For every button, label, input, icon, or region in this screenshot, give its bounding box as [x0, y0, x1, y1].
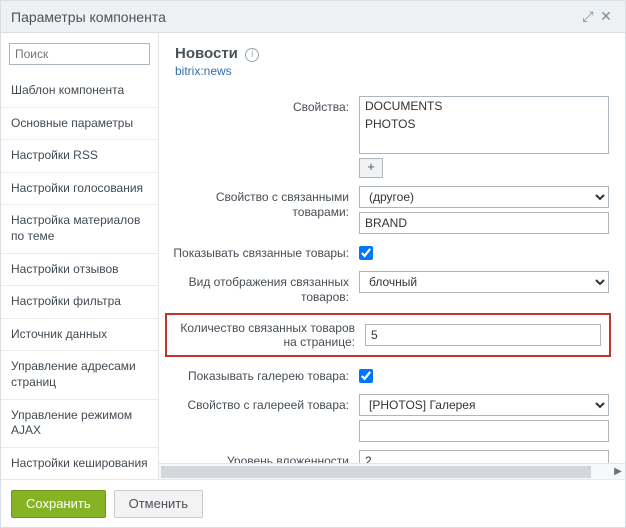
label-linked-prop: Свойство с связанными товарами: [159, 186, 359, 220]
linked-prop-select[interactable]: (другое) [359, 186, 609, 208]
add-prop-button[interactable]: + [359, 158, 383, 178]
gallery-prop-input[interactable] [359, 420, 609, 442]
label-gallery-prop: Свойство с галереей товара: [159, 394, 359, 413]
sidebar-item[interactable]: Настройки фильтра [1, 286, 158, 319]
titlebar: Параметры компонента ⤢ ✕ [1, 1, 625, 33]
component-id: bitrix:news [175, 64, 609, 78]
label-show-linked: Показывать связанные товары: [159, 242, 359, 261]
sidebar-nav[interactable]: Шаблон компонентаОсновные параметрыНастр… [1, 75, 158, 479]
sidebar-item[interactable]: Основные параметры [1, 108, 158, 141]
linked-count-input[interactable] [365, 324, 601, 346]
window-title: Параметры компонента [11, 9, 166, 25]
component-params-dialog: Параметры компонента ⤢ ✕ Шаблон компонен… [0, 0, 626, 528]
sidebar-item[interactable]: Управление адресами страниц [1, 351, 158, 399]
cancel-button[interactable]: Отменить [114, 490, 203, 518]
scroll-right-icon[interactable]: ▶ [611, 464, 625, 479]
label-linked-count: Количество связанных товаров на странице… [175, 321, 365, 349]
main-panel: Новости i bitrix:news Свойства: DOCUMENT… [159, 33, 625, 479]
nest-depth-input[interactable] [359, 450, 609, 463]
linked-prop-input[interactable] [359, 212, 609, 234]
sidebar-item[interactable]: Настройки RSS [1, 140, 158, 173]
props-multiselect[interactable]: DOCUMENTSPHOTOS [359, 96, 609, 154]
sidebar-item[interactable]: Настройки кеширования [1, 448, 158, 479]
sidebar-item[interactable]: Шаблон компонента [1, 75, 158, 108]
horizontal-scrollbar[interactable]: ◀ ▶ [159, 463, 625, 479]
show-linked-checkbox[interactable] [359, 246, 373, 260]
label-show-gallery: Показывать галерею товара: [159, 365, 359, 384]
sidebar-item[interactable]: Управление режимом AJAX [1, 400, 158, 448]
save-button[interactable]: Сохранить [11, 490, 106, 518]
form-scroll[interactable]: Свойства: DOCUMENTSPHOTOS + Свойство с с… [159, 84, 625, 463]
expand-icon[interactable]: ⤢ [579, 8, 597, 25]
label-nest-depth: Уровень вложенности связанных разделов: [159, 450, 359, 463]
scroll-thumb[interactable] [161, 466, 591, 478]
close-icon[interactable]: ✕ [597, 8, 615, 25]
sidebar-item[interactable]: Настройка материалов по теме [1, 205, 158, 253]
search-input[interactable] [9, 43, 150, 65]
multiselect-option[interactable]: PHOTOS [360, 115, 608, 133]
sidebar-item[interactable]: Источник данных [1, 319, 158, 352]
dialog-footer: Сохранить Отменить [1, 479, 625, 527]
label-view-type: Вид отображения связанных товаров: [159, 271, 359, 305]
sidebar-item[interactable]: Настройки голосования [1, 173, 158, 206]
info-icon[interactable]: i [245, 48, 259, 62]
sidebar: Шаблон компонентаОсновные параметрыНастр… [1, 33, 159, 479]
gallery-prop-select[interactable]: [PHOTOS] Галерея [359, 394, 609, 416]
show-gallery-checkbox[interactable] [359, 369, 373, 383]
page-title: Новости [175, 45, 238, 62]
multiselect-option[interactable]: DOCUMENTS [360, 97, 608, 115]
label-props: Свойства: [159, 96, 359, 115]
view-type-select[interactable]: блочный [359, 271, 609, 293]
sidebar-item[interactable]: Настройки отзывов [1, 254, 158, 287]
linked-count-highlight: Количество связанных товаров на странице… [165, 313, 611, 357]
